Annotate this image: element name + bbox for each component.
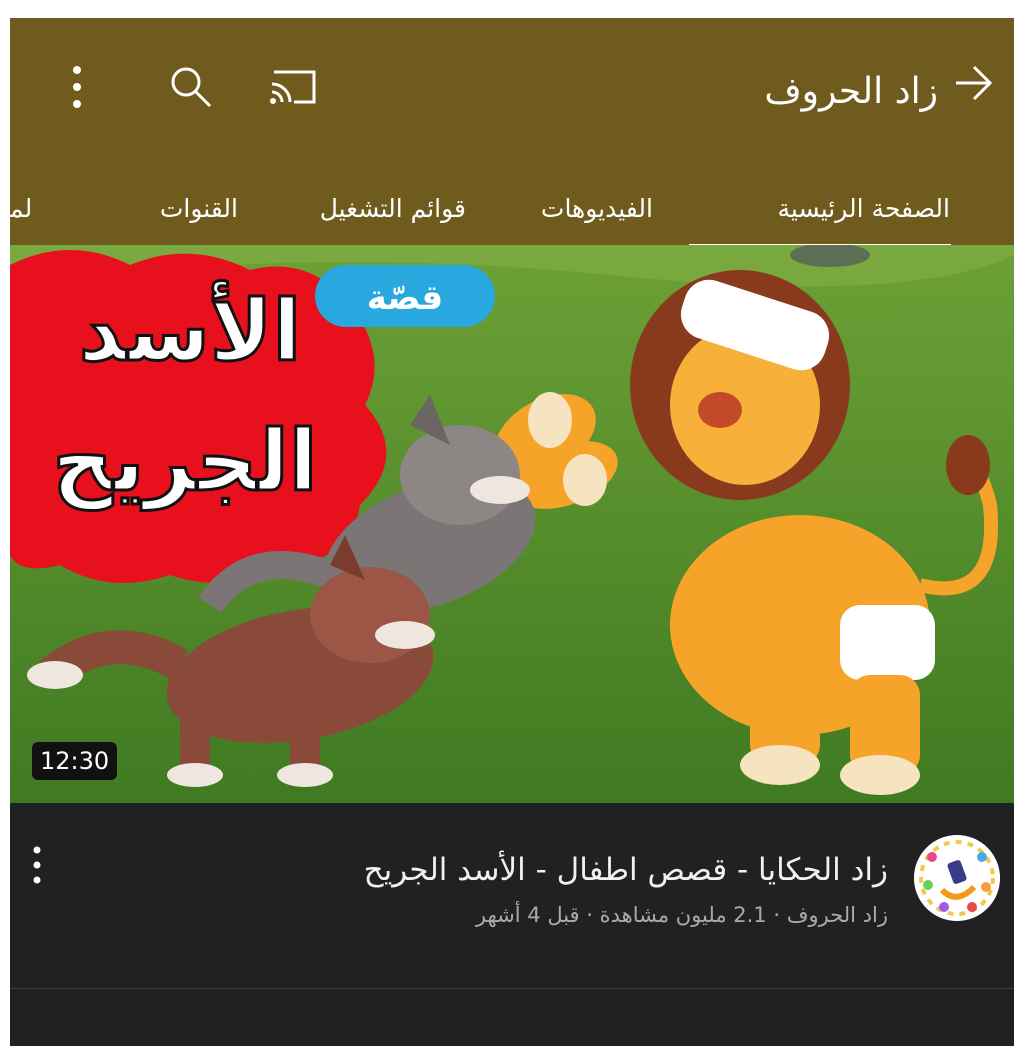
video-duration: 12:30 xyxy=(32,742,118,780)
tab-playlists[interactable]: قوائم التشغيل xyxy=(320,192,466,226)
video-info-row[interactable]: زاد الحكايا - قصص اطفال - الأسد الجريح ز… xyxy=(10,803,1014,983)
thumbnail-badge-text: قصّة xyxy=(367,278,443,318)
tab-about[interactable]: لمح xyxy=(10,192,32,226)
tab-home[interactable]: الصفحة الرئيسية xyxy=(778,192,951,226)
video-subtitle: زاد الحروف · 2.1 مليون مشاهدة · قبل 4 أش… xyxy=(475,903,888,927)
cast-icon[interactable] xyxy=(268,68,318,106)
app-frame: زاد الحروف الصفحة الرئيسية الفيديوهات قو… xyxy=(10,18,1014,1046)
arrow-right-icon[interactable] xyxy=(950,60,996,106)
video-thumbnail[interactable]: الأسد الجريح قصّة 12:30 xyxy=(10,245,1014,803)
tab-videos[interactable]: الفيديوهات xyxy=(541,192,653,226)
thumbnail-title-line2: الجريح xyxy=(52,412,317,511)
section-divider xyxy=(10,988,1014,989)
channel-title: زاد الحروف xyxy=(764,71,938,112)
search-icon[interactable] xyxy=(168,64,214,110)
more-vert-icon[interactable] xyxy=(30,843,44,887)
video-title[interactable]: زاد الحكايا - قصص اطفال - الأسد الجريح xyxy=(364,851,888,889)
tab-channels[interactable]: القنوات xyxy=(160,192,238,226)
more-vert-icon[interactable] xyxy=(68,62,86,112)
thumbnail-title-line1: الأسد xyxy=(79,280,301,380)
channel-avatar[interactable] xyxy=(914,835,1000,921)
channel-header: زاد الحروف xyxy=(10,18,1014,146)
